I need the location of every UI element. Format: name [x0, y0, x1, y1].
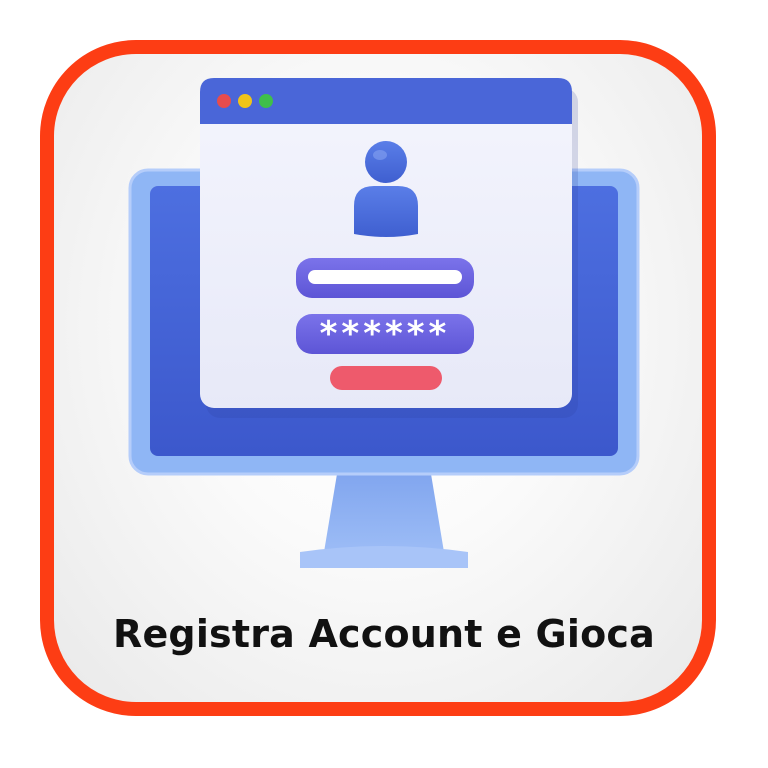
password-field[interactable]: ****** — [296, 314, 474, 354]
window-minimize-dot[interactable] — [238, 94, 252, 108]
submit-button[interactable] — [330, 366, 442, 390]
window-maximize-dot[interactable] — [259, 94, 273, 108]
caption-text: Registra Account e Gioca — [112, 612, 655, 656]
login-window: ****** — [200, 78, 572, 408]
username-field[interactable] — [296, 258, 474, 298]
window-titlebar — [200, 78, 572, 124]
monitor-stand — [300, 468, 468, 568]
window-close-dot[interactable] — [217, 94, 231, 108]
icon-tile: ****** Registra Account e Gioca — [0, 0, 768, 768]
password-mask: ****** — [320, 314, 451, 354]
